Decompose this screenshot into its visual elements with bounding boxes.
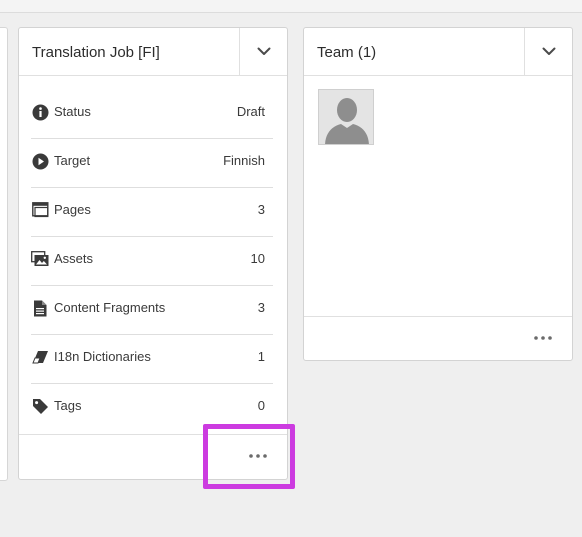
row-value: 10 bbox=[250, 251, 265, 266]
card-title: Translation Job [FI] bbox=[32, 44, 160, 61]
row-content-fragments[interactable]: Content Fragments 3 bbox=[31, 286, 273, 335]
row-target[interactable]: Target Finnish bbox=[31, 139, 273, 188]
row-value: 3 bbox=[257, 300, 265, 315]
more-icon bbox=[534, 336, 552, 340]
user-icon bbox=[319, 90, 373, 144]
row-value: 1 bbox=[257, 349, 265, 364]
top-bar bbox=[0, 0, 582, 13]
row-label: I18n Dictionaries bbox=[54, 349, 151, 364]
row-label: Assets bbox=[54, 251, 94, 266]
row-value: Draft bbox=[236, 104, 265, 119]
row-value: Finnish bbox=[223, 153, 265, 168]
previous-card-edge bbox=[0, 27, 8, 481]
chevron-down-icon bbox=[542, 47, 555, 55]
row-pages[interactable]: Pages 3 bbox=[31, 188, 273, 237]
translation-job-properties: Status Draft Target Finnish Pages 3 Asse… bbox=[31, 90, 273, 432]
more-actions-button[interactable] bbox=[529, 327, 557, 349]
row-label: Pages bbox=[54, 202, 91, 217]
row-assets[interactable]: Assets 10 bbox=[31, 237, 273, 286]
card-header: Translation Job [FI] bbox=[19, 28, 287, 76]
highlight-annotation bbox=[203, 424, 295, 489]
team-member-avatar[interactable] bbox=[318, 89, 374, 145]
card-collapse-button[interactable] bbox=[239, 28, 287, 75]
tag-icon bbox=[31, 397, 49, 415]
team-card: Team (1) bbox=[303, 27, 573, 361]
row-label: Status bbox=[54, 104, 91, 119]
row-value: 3 bbox=[257, 202, 265, 217]
row-label: Target bbox=[54, 153, 91, 168]
info-icon bbox=[31, 103, 49, 121]
eraser-icon bbox=[31, 348, 49, 366]
row-status[interactable]: Status Draft bbox=[31, 90, 273, 139]
card-footer bbox=[304, 316, 572, 360]
row-i18n-dictionaries[interactable]: I18n Dictionaries 1 bbox=[31, 335, 273, 384]
card-title: Team (1) bbox=[317, 44, 377, 61]
translation-job-card: Translation Job [FI] Status Draft Target… bbox=[18, 27, 288, 480]
chevron-down-icon bbox=[257, 47, 270, 55]
card-collapse-button[interactable] bbox=[524, 28, 572, 75]
assets-icon bbox=[31, 250, 49, 268]
pages-icon bbox=[31, 201, 49, 219]
card-header: Team (1) bbox=[304, 28, 572, 76]
play-circle-icon bbox=[31, 152, 49, 170]
document-icon bbox=[31, 299, 49, 317]
row-label: Content Fragments bbox=[54, 300, 166, 315]
row-value: 0 bbox=[257, 398, 265, 413]
row-label: Tags bbox=[54, 398, 82, 413]
